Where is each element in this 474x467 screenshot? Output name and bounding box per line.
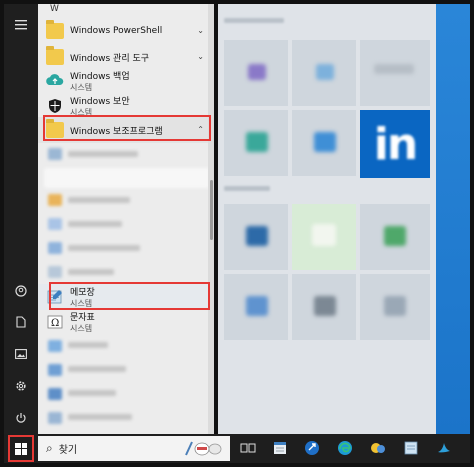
start-button[interactable] [8, 435, 34, 462]
tile[interactable] [360, 40, 430, 106]
blurred-app-icon [48, 148, 62, 160]
tile[interactable] [224, 204, 288, 270]
character-map-icon: Ω [47, 315, 63, 329]
shield-icon [49, 99, 61, 113]
app-windows-backup[interactable]: Windows 백업 시스템 [38, 68, 214, 94]
app-sublabel: 시스템 [70, 299, 93, 308]
tile[interactable] [224, 110, 288, 176]
search-placeholder: 찾기 [58, 445, 78, 456]
pinned-app-icon[interactable] [368, 438, 388, 458]
blurred-app-label [68, 197, 130, 203]
blurred-app-label [68, 414, 132, 420]
blurred-app-label [68, 342, 108, 348]
pictures-icon[interactable] [4, 339, 38, 369]
search-highlight-illustration-icon [185, 441, 222, 456]
search-icon: ⌕ [46, 441, 53, 455]
folder-icon [46, 119, 64, 138]
blurred-app-icon [48, 242, 62, 254]
blurred-app-icon [48, 266, 62, 278]
notepad-icon [47, 290, 62, 304]
folder-icon [46, 46, 64, 65]
tile[interactable] [292, 204, 356, 270]
blurred-app-label [68, 269, 114, 275]
app-sublabel: 시스템 [70, 83, 93, 92]
app-windows-accessories[interactable]: Windows 보조프로그램 ⌃ [38, 117, 214, 143]
app-label: 문자표 [70, 313, 95, 323]
tile[interactable] [360, 204, 430, 270]
blurred-app-icon [48, 412, 62, 424]
app-windows-powershell[interactable]: Windows PowerShell ⌄ [38, 18, 214, 44]
blurred-app-row [44, 168, 210, 188]
backup-icon [46, 74, 64, 85]
tile[interactable] [224, 274, 288, 340]
blurred-app-icon [48, 194, 62, 206]
blurred-app-label [68, 245, 140, 251]
app-label: Windows 관리 도구 [70, 53, 150, 64]
blurred-app-label [68, 151, 138, 157]
edge-icon[interactable] [335, 438, 355, 458]
linkedin-tile[interactable]: in [360, 110, 430, 178]
section-letter[interactable]: W [50, 4, 59, 14]
blurred-app-icon [48, 218, 62, 230]
task-view-icon[interactable] [238, 438, 258, 458]
hamburger-icon[interactable] [4, 10, 38, 40]
start-menu-rail [4, 4, 38, 434]
gear-icon[interactable] [4, 371, 38, 401]
tile[interactable] [224, 40, 288, 106]
app-sublabel: 시스템 [70, 324, 93, 333]
blurred-app-icon [48, 388, 62, 400]
blurred-app-icon [48, 340, 62, 352]
app-label: Windows 보조프로그램 [70, 126, 163, 137]
app-list[interactable]: W Windows PowerShell ⌄ Windows 관리 도구 ⌄ W… [38, 4, 214, 434]
app-notepad[interactable]: 메모장 시스템 [38, 284, 214, 310]
app-label: Windows PowerShell [70, 26, 163, 36]
blurred-app-label [68, 390, 116, 396]
app-label: 메모장 [70, 288, 95, 298]
app-windows-admin-tools[interactable]: Windows 관리 도구 ⌄ [38, 44, 214, 70]
blurred-app-label [68, 366, 126, 372]
app-label: Windows 백업 [70, 72, 130, 82]
tile[interactable] [360, 274, 430, 340]
app-windows-security[interactable]: Windows 보안 시스템 [38, 93, 214, 119]
chevron-up-icon: ⌃ [197, 125, 204, 134]
document-icon[interactable] [4, 307, 38, 337]
app-character-map[interactable]: Ω 문자표 시스템 [38, 309, 214, 335]
notepad-icon[interactable] [401, 438, 421, 458]
tile-group-label [224, 186, 270, 191]
search-box[interactable]: ⌕ 찾기 [38, 436, 230, 461]
pinned-app-icon[interactable] [434, 438, 454, 458]
pinned-app-icon[interactable] [302, 438, 322, 458]
windows-logo-icon [15, 442, 27, 455]
tile[interactable] [292, 40, 356, 106]
blurred-app-icon [48, 364, 62, 376]
svg-text:Ω: Ω [51, 318, 59, 329]
tile[interactable] [292, 274, 356, 340]
tile[interactable] [292, 110, 356, 176]
desktop-background [436, 4, 470, 434]
calendar-app-icon[interactable] [270, 438, 290, 458]
app-label: Windows 보안 [70, 97, 130, 107]
user-icon[interactable] [4, 276, 38, 306]
tile-group-label [224, 18, 284, 23]
screen: W Windows PowerShell ⌄ Windows 관리 도구 ⌄ W… [0, 0, 474, 467]
blurred-app-label [68, 221, 122, 227]
power-icon[interactable] [4, 403, 38, 433]
tile-area: in [218, 4, 436, 434]
folder-icon [46, 20, 64, 39]
chevron-down-icon: ⌄ [197, 52, 204, 61]
chevron-down-icon: ⌄ [197, 26, 204, 35]
scrollbar-thumb[interactable] [210, 180, 213, 240]
